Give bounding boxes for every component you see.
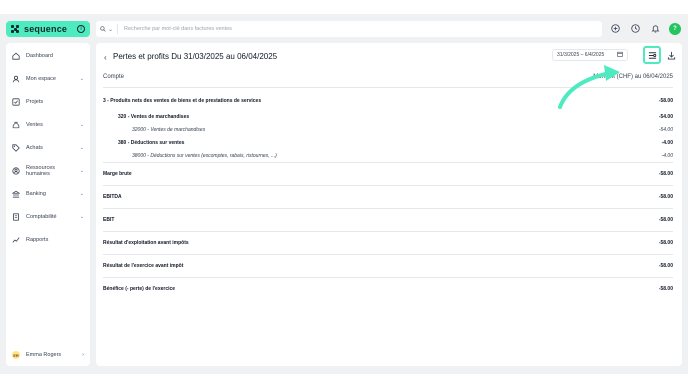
search-scope-dropdown[interactable]: ⌄ bbox=[96, 24, 118, 34]
row-account-label: Bénéfice (- perte) de l'exercice bbox=[103, 286, 176, 292]
sidebar-item-label: Banking bbox=[26, 190, 46, 197]
table-row: Résultat d'exploitation avant impôts -58.… bbox=[103, 231, 673, 254]
table-row: 380 - Déductions sur ventes -4.00 bbox=[103, 136, 673, 149]
chevron-down-icon: ⌄ bbox=[79, 144, 84, 151]
help-button[interactable]: ? bbox=[668, 21, 682, 35]
chevron-down-icon: ⌄ bbox=[107, 26, 114, 33]
search-input[interactable]: Recherche par mot-clé dans factures vent… bbox=[118, 26, 232, 32]
brand-name: sequence bbox=[24, 24, 68, 34]
sidebar-item-comptabilit-[interactable]: Comptabilité ⌄ bbox=[6, 205, 90, 228]
date-range-value: 31/3/2025 – 6/4/2025 bbox=[557, 52, 605, 58]
chevron-down-icon: ⌄ bbox=[79, 75, 84, 82]
report-table: 3 - Produits nets des ventes de biens et… bbox=[103, 88, 673, 300]
check-square-icon bbox=[12, 97, 20, 106]
sidebar-item-ressources-humaines[interactable]: Ressources humaines ⌄ bbox=[6, 159, 90, 182]
chevron-down-icon: ⌄ bbox=[79, 213, 84, 220]
row-account-label: Marge brute bbox=[103, 171, 132, 177]
row-amount: -58.00 bbox=[658, 240, 673, 246]
users-icon bbox=[12, 166, 20, 175]
chart-icon bbox=[12, 236, 20, 244]
sidebar-item-rapports[interactable]: Rapports bbox=[6, 228, 90, 251]
sidebar-item-label: Rapports bbox=[26, 236, 49, 243]
row-amount: -54.00 bbox=[658, 113, 673, 120]
sidebar-item-achats[interactable]: Achats ⌄ bbox=[6, 136, 90, 159]
sidebar-item-banking[interactable]: Banking ⌄ bbox=[6, 182, 90, 205]
row-amount: -58.00 bbox=[658, 194, 673, 200]
table-row: 320 - Ventes de marchandises -54.00 bbox=[103, 110, 673, 123]
row-account-label: Résultat de l'exercice avant impôt bbox=[103, 263, 184, 269]
sidebar-item-label: Achats bbox=[26, 144, 43, 151]
row-amount: -58.00 bbox=[658, 98, 673, 104]
chevron-right-icon: › bbox=[82, 352, 84, 358]
search-icon bbox=[100, 26, 106, 32]
row-account-label: EBITDA bbox=[103, 194, 122, 200]
home-icon bbox=[12, 52, 20, 60]
row-amount: -58.00 bbox=[658, 217, 673, 223]
sidebar-item-label: Ressources humaines bbox=[26, 164, 56, 177]
app-window: sequence i ⌄ Recherche par mot-clé dans … bbox=[0, 14, 688, 374]
row-amount: -4.00 bbox=[661, 152, 673, 159]
table-row: Marge brute -58.00 bbox=[103, 162, 673, 185]
clock-icon[interactable] bbox=[628, 21, 642, 35]
table-row: 32000 - Ventes de marchandises -54.00 bbox=[103, 123, 673, 136]
bell-icon[interactable] bbox=[648, 21, 662, 35]
user-menu[interactable]: ER Emma Rogers › bbox=[6, 348, 90, 362]
row-amount: -58.00 bbox=[658, 263, 673, 269]
row-account-label: 38000 - Déductions sur ventes (escomptes… bbox=[132, 152, 277, 159]
avatar: ER bbox=[12, 351, 20, 359]
tag-icon bbox=[12, 143, 20, 152]
money-bag-icon bbox=[12, 121, 20, 129]
filter-settings-button[interactable] bbox=[643, 46, 661, 64]
help-icon: ? bbox=[669, 22, 681, 35]
logo-mark-icon bbox=[11, 25, 19, 33]
ledger-icon bbox=[12, 212, 20, 221]
row-amount: -58.00 bbox=[658, 171, 673, 177]
table-row: 38000 - Déductions sur ventes (escomptes… bbox=[103, 149, 673, 162]
sidebar-item-projets[interactable]: Projets bbox=[6, 90, 90, 113]
table-row: EBITDA -58.00 bbox=[103, 185, 673, 208]
sidebar-item-label: Projets bbox=[26, 98, 44, 105]
row-account-label: 320 - Ventes de marchandises bbox=[118, 113, 190, 120]
row-account-label: Résultat d'exploitation avant impôts bbox=[103, 240, 189, 246]
column-header-account: Compte bbox=[103, 74, 125, 80]
row-account-label: 380 - Déductions sur ventes bbox=[118, 139, 185, 146]
plus-circle-icon[interactable] bbox=[608, 21, 622, 35]
chevron-down-icon: ⌄ bbox=[79, 167, 84, 174]
download-icon bbox=[667, 51, 675, 60]
row-account-label: 32000 - Ventes de marchandises bbox=[132, 126, 206, 133]
company-switch-icon[interactable]: i bbox=[77, 25, 85, 33]
sidebar-item-label: Dashboard bbox=[26, 52, 53, 59]
sidebar-item-mon-espace[interactable]: Mon espace ⌄ bbox=[6, 67, 90, 90]
back-arrow-icon[interactable]: ‹ bbox=[104, 53, 107, 62]
user-name: Emma Rogers bbox=[26, 352, 62, 358]
row-account-label: EBIT bbox=[103, 217, 115, 223]
row-account-label: 3 - Produits nets des ventes de biens et… bbox=[103, 98, 262, 104]
date-range-picker[interactable]: 31/3/2025 – 6/4/2025 bbox=[552, 49, 628, 61]
table-row: Bénéfice (- perte) de l'exercice -58.00 bbox=[103, 277, 673, 300]
annotation-arrow-icon bbox=[558, 65, 620, 109]
download-button[interactable] bbox=[665, 49, 677, 61]
row-amount: -4.00 bbox=[661, 139, 673, 146]
user-icon bbox=[12, 75, 20, 83]
sidebar-item-label: Mon espace bbox=[26, 75, 56, 82]
table-row: EBIT -58.00 bbox=[103, 208, 673, 231]
page-title: Pertes et profits Du 31/03/2025 au 06/04… bbox=[113, 52, 278, 61]
sidebar-item-ventes[interactable]: Ventes ⌄ bbox=[6, 113, 90, 136]
brand-logo[interactable]: sequence i bbox=[6, 21, 90, 37]
sidebar-item-dashboard[interactable]: Dashboard bbox=[6, 44, 90, 67]
sidebar: Dashboard Mon espace ⌄ Projets Ventes ⌄ Achats… bbox=[6, 43, 90, 366]
sidebar-item-label: Comptabilité bbox=[26, 213, 57, 220]
row-amount: -54.00 bbox=[658, 126, 673, 133]
bank-icon bbox=[12, 190, 20, 198]
calendar-icon bbox=[617, 51, 623, 59]
search-bar[interactable]: ⌄ Recherche par mot-clé dans factures ve… bbox=[96, 21, 602, 37]
chevron-down-icon: ⌄ bbox=[79, 121, 84, 128]
sidebar-item-label: Ventes bbox=[26, 121, 43, 128]
table-row: Résultat de l'exercice avant impôt -58.00 bbox=[103, 254, 673, 277]
chevron-down-icon: ⌄ bbox=[79, 190, 84, 197]
filter-list-icon bbox=[648, 51, 656, 59]
row-amount: -58.00 bbox=[658, 286, 673, 292]
